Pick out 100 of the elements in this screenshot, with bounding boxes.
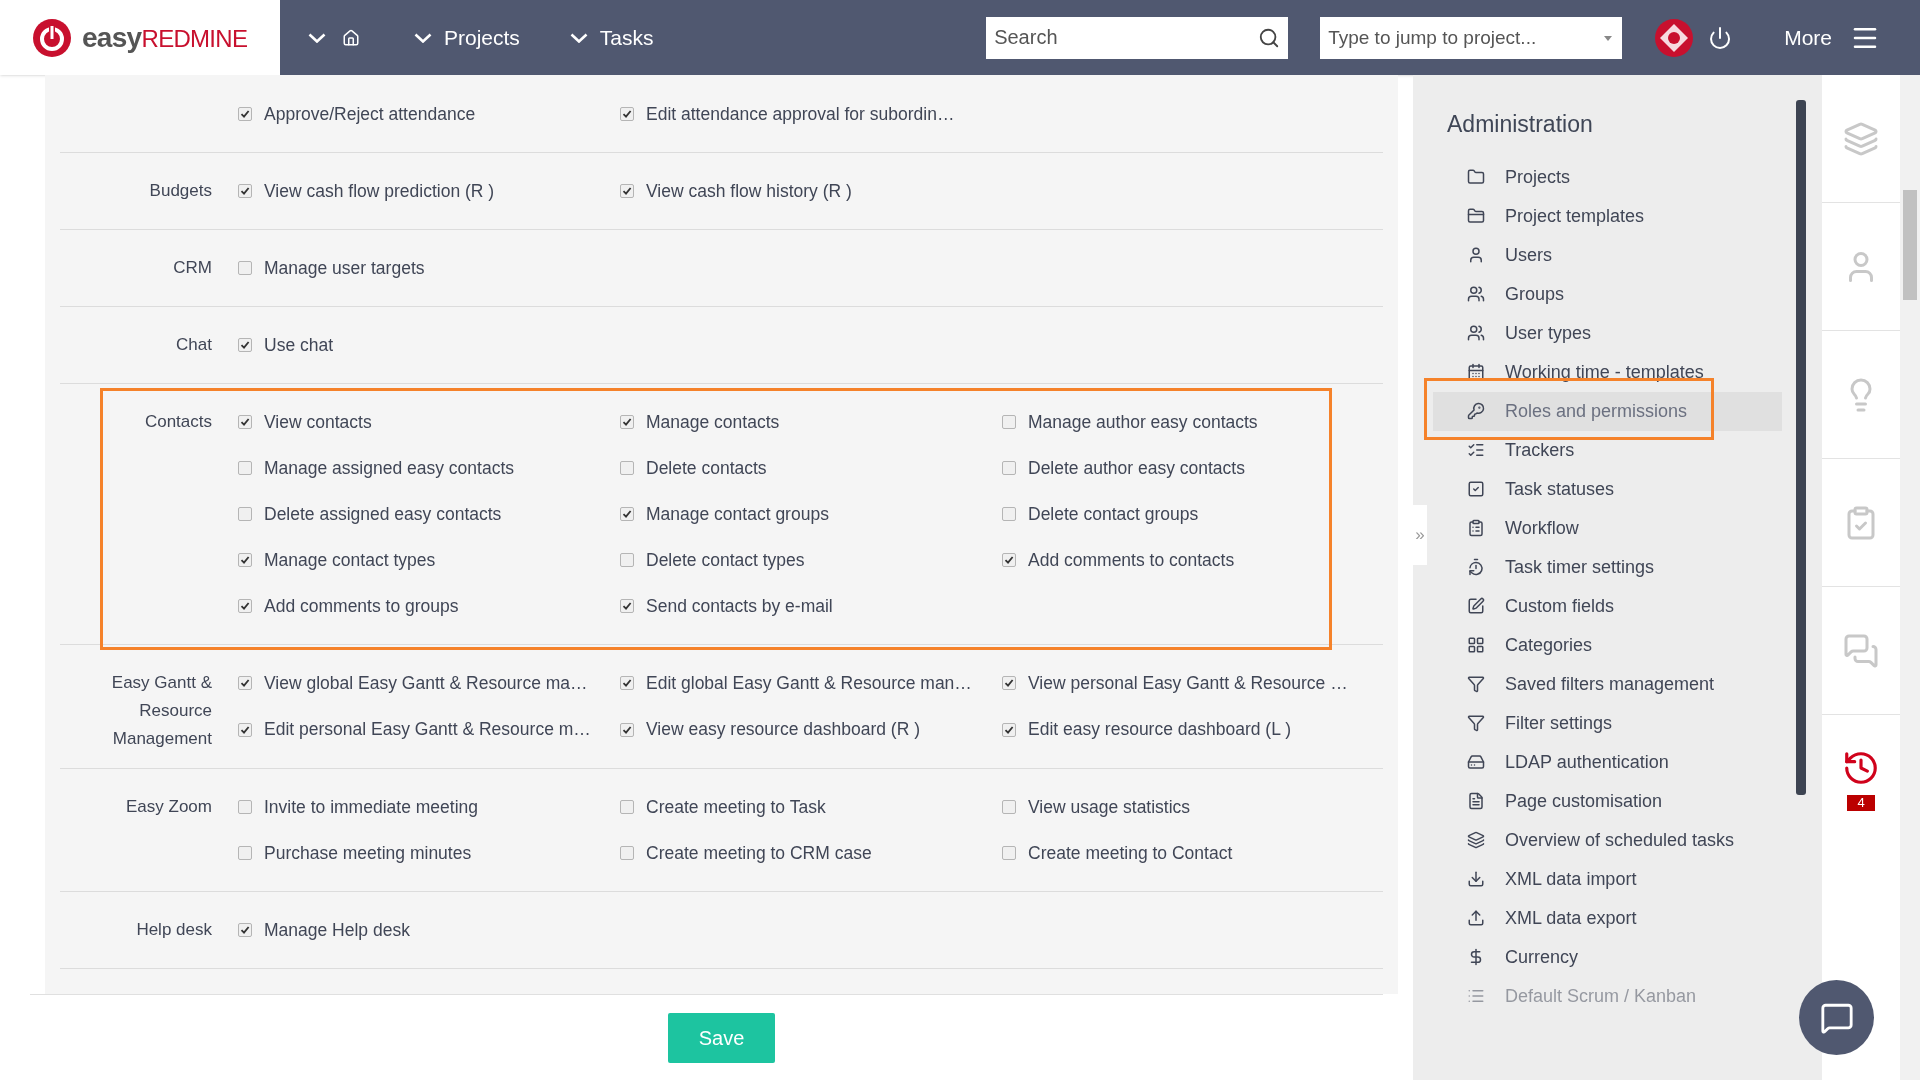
permission-label: Manage author easy contacts [1028,410,1258,434]
nav-menu[interactable]: Projects [414,21,520,54]
permission-label: Create meeting to Contact [1028,841,1233,865]
sidebar-item[interactable]: Projects [1433,157,1782,197]
group-label: CRM [172,257,212,279]
permission-label: Delete contact groups [1028,502,1199,526]
clipboard-icon [1467,519,1485,537]
group-label: Chat [175,334,212,356]
checkbox[interactable] [238,800,252,814]
checkbox[interactable] [620,553,634,567]
permission-label: Edit attendance approval for subordin… [646,102,955,126]
checkbox[interactable] [1002,676,1016,690]
sidebar-item[interactable]: Page customisation [1433,781,1782,821]
checkbox[interactable] [620,722,634,737]
group-label: Easy Zoom [125,796,212,818]
permission-label: Create meeting to CRM case [646,841,872,865]
search-field[interactable]: Search [986,16,1289,59]
checkbox[interactable] [238,507,252,521]
sidebar-item[interactable]: Groups [1433,274,1782,314]
folder-icon [1467,168,1485,186]
checkbox[interactable] [238,338,252,352]
group-label: Contacts [143,411,212,433]
sidebar-item[interactable]: XML data export [1433,898,1782,938]
drive-icon [1467,753,1485,771]
sidebar-item[interactable]: Custom fields [1433,586,1782,626]
logo-text: easyREDMINE [82,20,248,55]
chevron-icon[interactable] [308,32,326,43]
home-icon[interactable] [342,28,360,47]
checkbox[interactable] [238,599,252,613]
checkbox[interactable] [1002,415,1016,429]
checkbox[interactable] [620,800,634,814]
checkbox[interactable] [238,923,252,937]
avatar-icon[interactable] [1654,17,1695,58]
sidebar-item[interactable]: Task statuses [1433,469,1782,509]
permission-label: Edit easy resource dashboard (L ) [1028,718,1291,742]
permission-label: View cash flow prediction (R ) [264,179,495,203]
checkbox[interactable] [620,184,634,198]
checkbox[interactable] [620,415,634,429]
permission-label: View usage statistics [1028,795,1191,819]
sidebar-item[interactable]: Saved filters management [1433,664,1782,704]
checkbox[interactable] [1002,553,1016,567]
upload-icon [1467,909,1485,927]
logout-icon[interactable] [1708,25,1733,50]
sidebar-item[interactable]: Categories [1433,625,1782,665]
checkbox[interactable] [620,107,634,121]
dropdown-icon [1604,35,1613,41]
sidebar-item[interactable]: Filter settings [1433,703,1782,743]
checkbox[interactable] [620,507,634,521]
permission-label: Manage contact types [264,548,436,572]
chevron-icon [569,32,588,43]
permission-label: View personal Easy Gantt & Resource … [1028,671,1348,695]
checkbox[interactable] [238,846,252,860]
checkbox[interactable] [238,461,252,475]
sidebar-item[interactable]: Project templates [1433,196,1782,236]
checkbox[interactable] [620,461,634,475]
checkbox[interactable] [1002,722,1016,737]
sidebar-item[interactable]: Trackers [1433,430,1782,470]
checkbox[interactable] [1002,800,1016,814]
layers-icon [1467,831,1485,849]
checkbox[interactable] [1002,846,1016,860]
checkbox[interactable] [238,261,252,275]
list-icon [1467,441,1485,459]
permission-label: Edit global Easy Gantt & Resource man… [646,671,972,695]
sidebar-item[interactable]: Workflow [1433,508,1782,548]
sidebar-item[interactable]: LDAP authentication [1433,742,1782,782]
checkbox[interactable] [238,676,252,690]
checkbox[interactable] [238,107,252,121]
checkbox[interactable] [238,722,252,737]
sidebar-item[interactable]: Working time - templates [1433,352,1782,392]
permission-label: Add comments to contacts [1028,548,1235,572]
permission-label: Invite to immediate meeting [264,795,478,819]
logo[interactable]: easyREDMINE [0,0,280,75]
project-jump-field[interactable]: Type to jump to project... [1320,16,1623,59]
sidebar-item[interactable]: Task timer settings [1433,547,1782,587]
filter-icon [1467,714,1485,732]
scrollbar[interactable] [1903,190,1917,300]
document-icon [1467,792,1485,810]
sidebar-item[interactable]: Overview of scheduled tasks [1433,820,1782,860]
history-icon[interactable] [1842,749,1880,787]
sidebar-item[interactable]: XML data import [1433,859,1782,899]
permission-label: Delete contact types [646,548,805,572]
checkbox[interactable] [620,846,634,860]
sidebar-item[interactable]: User types [1433,313,1782,353]
checkbox[interactable] [238,553,252,567]
checkbox-icon [1467,480,1485,498]
checkbox[interactable] [1002,461,1016,475]
permission-label: Create meeting to Task [646,795,826,819]
more-menu[interactable]: More [1784,21,1880,54]
checkbox[interactable] [620,599,634,613]
checkbox[interactable] [238,184,252,198]
checkbox[interactable] [1002,507,1016,521]
edit-icon [1467,597,1485,615]
scrollbar[interactable] [1796,100,1806,795]
checkbox[interactable] [238,415,252,429]
permission-label: Use chat [264,333,334,357]
sidebar-item[interactable]: Roles and permissions [1433,391,1782,431]
nav-menu[interactable]: Tasks [569,21,654,54]
checkbox[interactable] [620,676,634,690]
sidebar-item[interactable]: Currency [1433,937,1782,977]
sidebar-item[interactable]: Users [1433,235,1782,275]
